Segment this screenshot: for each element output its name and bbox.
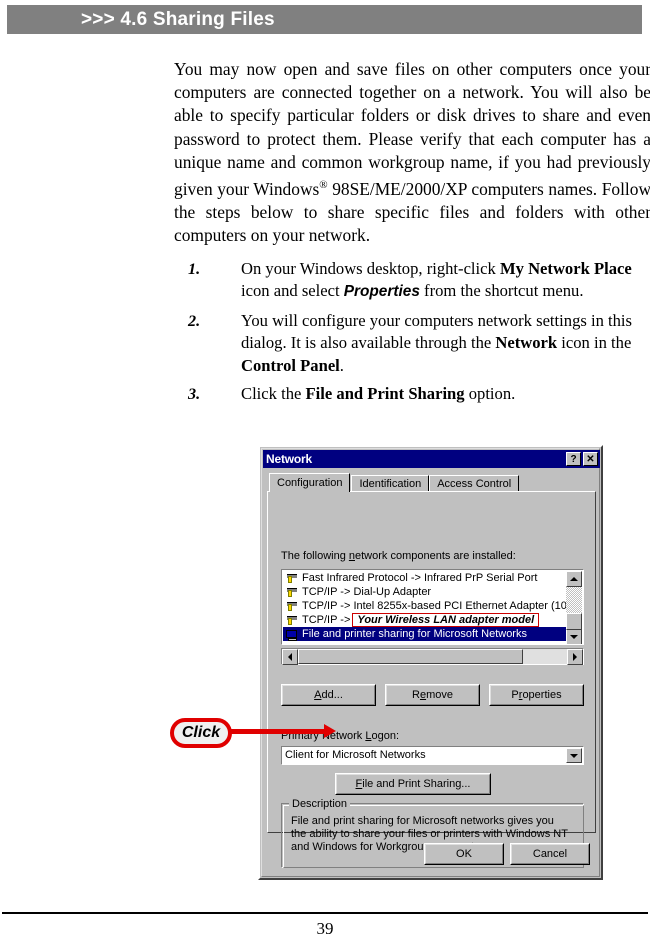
components-label: The following network components are ins…: [281, 550, 516, 562]
list-item[interactable]: TCP/IP -> Intel 8255x-based PCI Ethernet…: [283, 599, 568, 613]
properties-button-pre: P: [511, 689, 519, 701]
scrollbar-thumb-horizontal[interactable]: [298, 649, 523, 664]
scroll-left-icon[interactable]: [282, 649, 298, 665]
tab-identification[interactable]: Identification: [351, 475, 430, 492]
add-button-accel: A: [314, 689, 322, 701]
protocol-icon: [285, 586, 300, 599]
dialog-title: Network: [266, 452, 312, 466]
list-item: 2. You will configure your computers net…: [174, 310, 650, 377]
help-icon[interactable]: ?: [566, 452, 581, 466]
computer-icon: [285, 628, 300, 641]
tab-page-configuration: The following network components are ins…: [267, 491, 596, 868]
list-item[interactable]: TCP/IP -> Dial-Up Adapter: [283, 585, 568, 599]
step-text: On your Windows desktop, right-click My …: [241, 258, 650, 304]
titlebar-button-group: ? ✕: [566, 452, 598, 466]
step-1-seg2: icon and select: [241, 281, 344, 301]
remove-button[interactable]: Re move: [385, 684, 480, 706]
step-number: 3.: [188, 385, 201, 404]
remove-button-pre: R: [412, 689, 420, 701]
page-title: >>> 4.6 Sharing Files: [81, 9, 275, 30]
dialog-tabstrip: Configuration Identification Access Cont…: [269, 473, 520, 492]
list-item-label: TCP/IP -> Dial-Up Adapter: [302, 586, 432, 598]
step-3-seg2: option.: [464, 384, 516, 404]
list-item-label: File and printer sharing for Microsoft N…: [302, 628, 527, 640]
tab-configuration[interactable]: Configuration: [269, 473, 351, 492]
click-callout: Click: [170, 718, 232, 748]
add-button[interactable]: Add...: [281, 684, 376, 706]
step-2-bold-control-panel: Control Panel: [241, 355, 340, 375]
annotation-your-wireless-lan-adapter: Your Wireless LAN adapter model: [352, 613, 540, 627]
cancel-button[interactable]: Cancel: [510, 843, 590, 865]
ok-button[interactable]: OK: [424, 843, 504, 865]
dialog-titlebar: Network ? ✕: [263, 450, 600, 468]
file-print-button-label: ile and Print Sharing...: [362, 778, 471, 790]
file-and-print-sharing-button[interactable]: File and Print Sharing...: [335, 773, 491, 795]
step-3-bold-file-and-print-sharing: File and Print Sharing: [305, 384, 465, 404]
scroll-right-icon[interactable]: [567, 649, 583, 665]
section-header-bar: >>> 4.6 Sharing Files: [6, 4, 643, 35]
step-text: Click the File and Print Sharing option.: [241, 383, 650, 405]
close-icon[interactable]: ✕: [583, 452, 598, 466]
scrollbar-thumb[interactable]: [566, 613, 582, 630]
add-button-label: dd...: [321, 689, 343, 701]
list-item: 3. Click the File and Print Sharing opti…: [174, 383, 650, 405]
ok-button-label: OK: [425, 844, 503, 864]
primary-network-logon-select[interactable]: Client for Microsoft Networks: [281, 746, 584, 765]
list-item: 1. On your Windows desktop, right-click …: [174, 258, 650, 304]
list-item-label: TCP/IP -> Intel 8255x-based PCI Ethernet…: [302, 600, 568, 612]
protocol-icon: [285, 572, 300, 585]
list-horizontal-scrollbar[interactable]: [281, 648, 584, 665]
steps-list: 1. On your Windows desktop, right-click …: [174, 258, 650, 411]
step-1-seg1: On your Windows desktop, right-click: [241, 259, 500, 278]
step-2-bold-network: Network: [495, 333, 558, 353]
primary-network-logon-value: Client for Microsoft Networks: [285, 749, 426, 761]
chevron-down-icon[interactable]: [566, 748, 582, 763]
scroll-up-icon[interactable]: [566, 571, 582, 587]
network-dialog: Network ? ✕ Configuration Identification…: [258, 445, 603, 880]
step-number: 2.: [188, 311, 201, 330]
callout-arrow-icon: [231, 724, 336, 738]
protocol-icon: [285, 600, 300, 613]
step-number: 1.: [188, 260, 201, 278]
protocol-icon: [285, 614, 300, 627]
list-item[interactable]: Fast Infrared Protocol -> Infrared PrP S…: [283, 571, 568, 585]
components-label-pre: The following: [281, 550, 349, 562]
step-1-seg3: from the shortcut menu.: [419, 281, 584, 301]
list-item-label: TCP/IP ->: [302, 614, 351, 626]
intro-paragraph: You may now open and save files on other…: [174, 58, 650, 247]
network-components-list[interactable]: Fast Infrared Protocol -> Infrared PrP S…: [281, 569, 584, 645]
step-3-seg1: Click the: [241, 384, 306, 404]
list-item[interactable]: File and printer sharing for Microsoft N…: [283, 627, 568, 641]
description-legend: Description: [289, 798, 351, 810]
step-1-bold-properties: Properties: [343, 283, 420, 301]
tab-access-control[interactable]: Access Control: [429, 475, 520, 492]
step-text: You will configure your computers networ…: [241, 310, 650, 377]
properties-button-label: operties: [522, 689, 562, 701]
registered-mark-symbol: ®: [319, 179, 328, 192]
list-vertical-scrollbar[interactable]: [566, 571, 582, 644]
page-number: 39: [316, 919, 334, 938]
components-label-post: etwork components are installed:: [355, 550, 516, 562]
remove-button-label: move: [426, 689, 453, 701]
step-1-bold-my-network-place: My Network Place: [499, 259, 632, 278]
properties-button[interactable]: Pr operties: [489, 684, 584, 706]
primary-logon-label-post: ogon:: [371, 730, 399, 742]
list-item-label: Fast Infrared Protocol -> Infrared PrP S…: [302, 572, 538, 584]
file-print-button-accel: F: [355, 778, 363, 790]
cancel-button-label: Cancel: [511, 844, 589, 864]
scroll-down-icon[interactable]: [566, 629, 582, 644]
network-components-list-items: Fast Infrared Protocol -> Infrared PrP S…: [283, 571, 568, 644]
list-item[interactable]: TCP/IP -> Your Wireless LAN adapter mode…: [283, 613, 568, 627]
step-2-seg3: .: [339, 355, 344, 375]
footer-divider: [2, 912, 648, 914]
step-2-seg2: icon in the: [557, 333, 632, 353]
